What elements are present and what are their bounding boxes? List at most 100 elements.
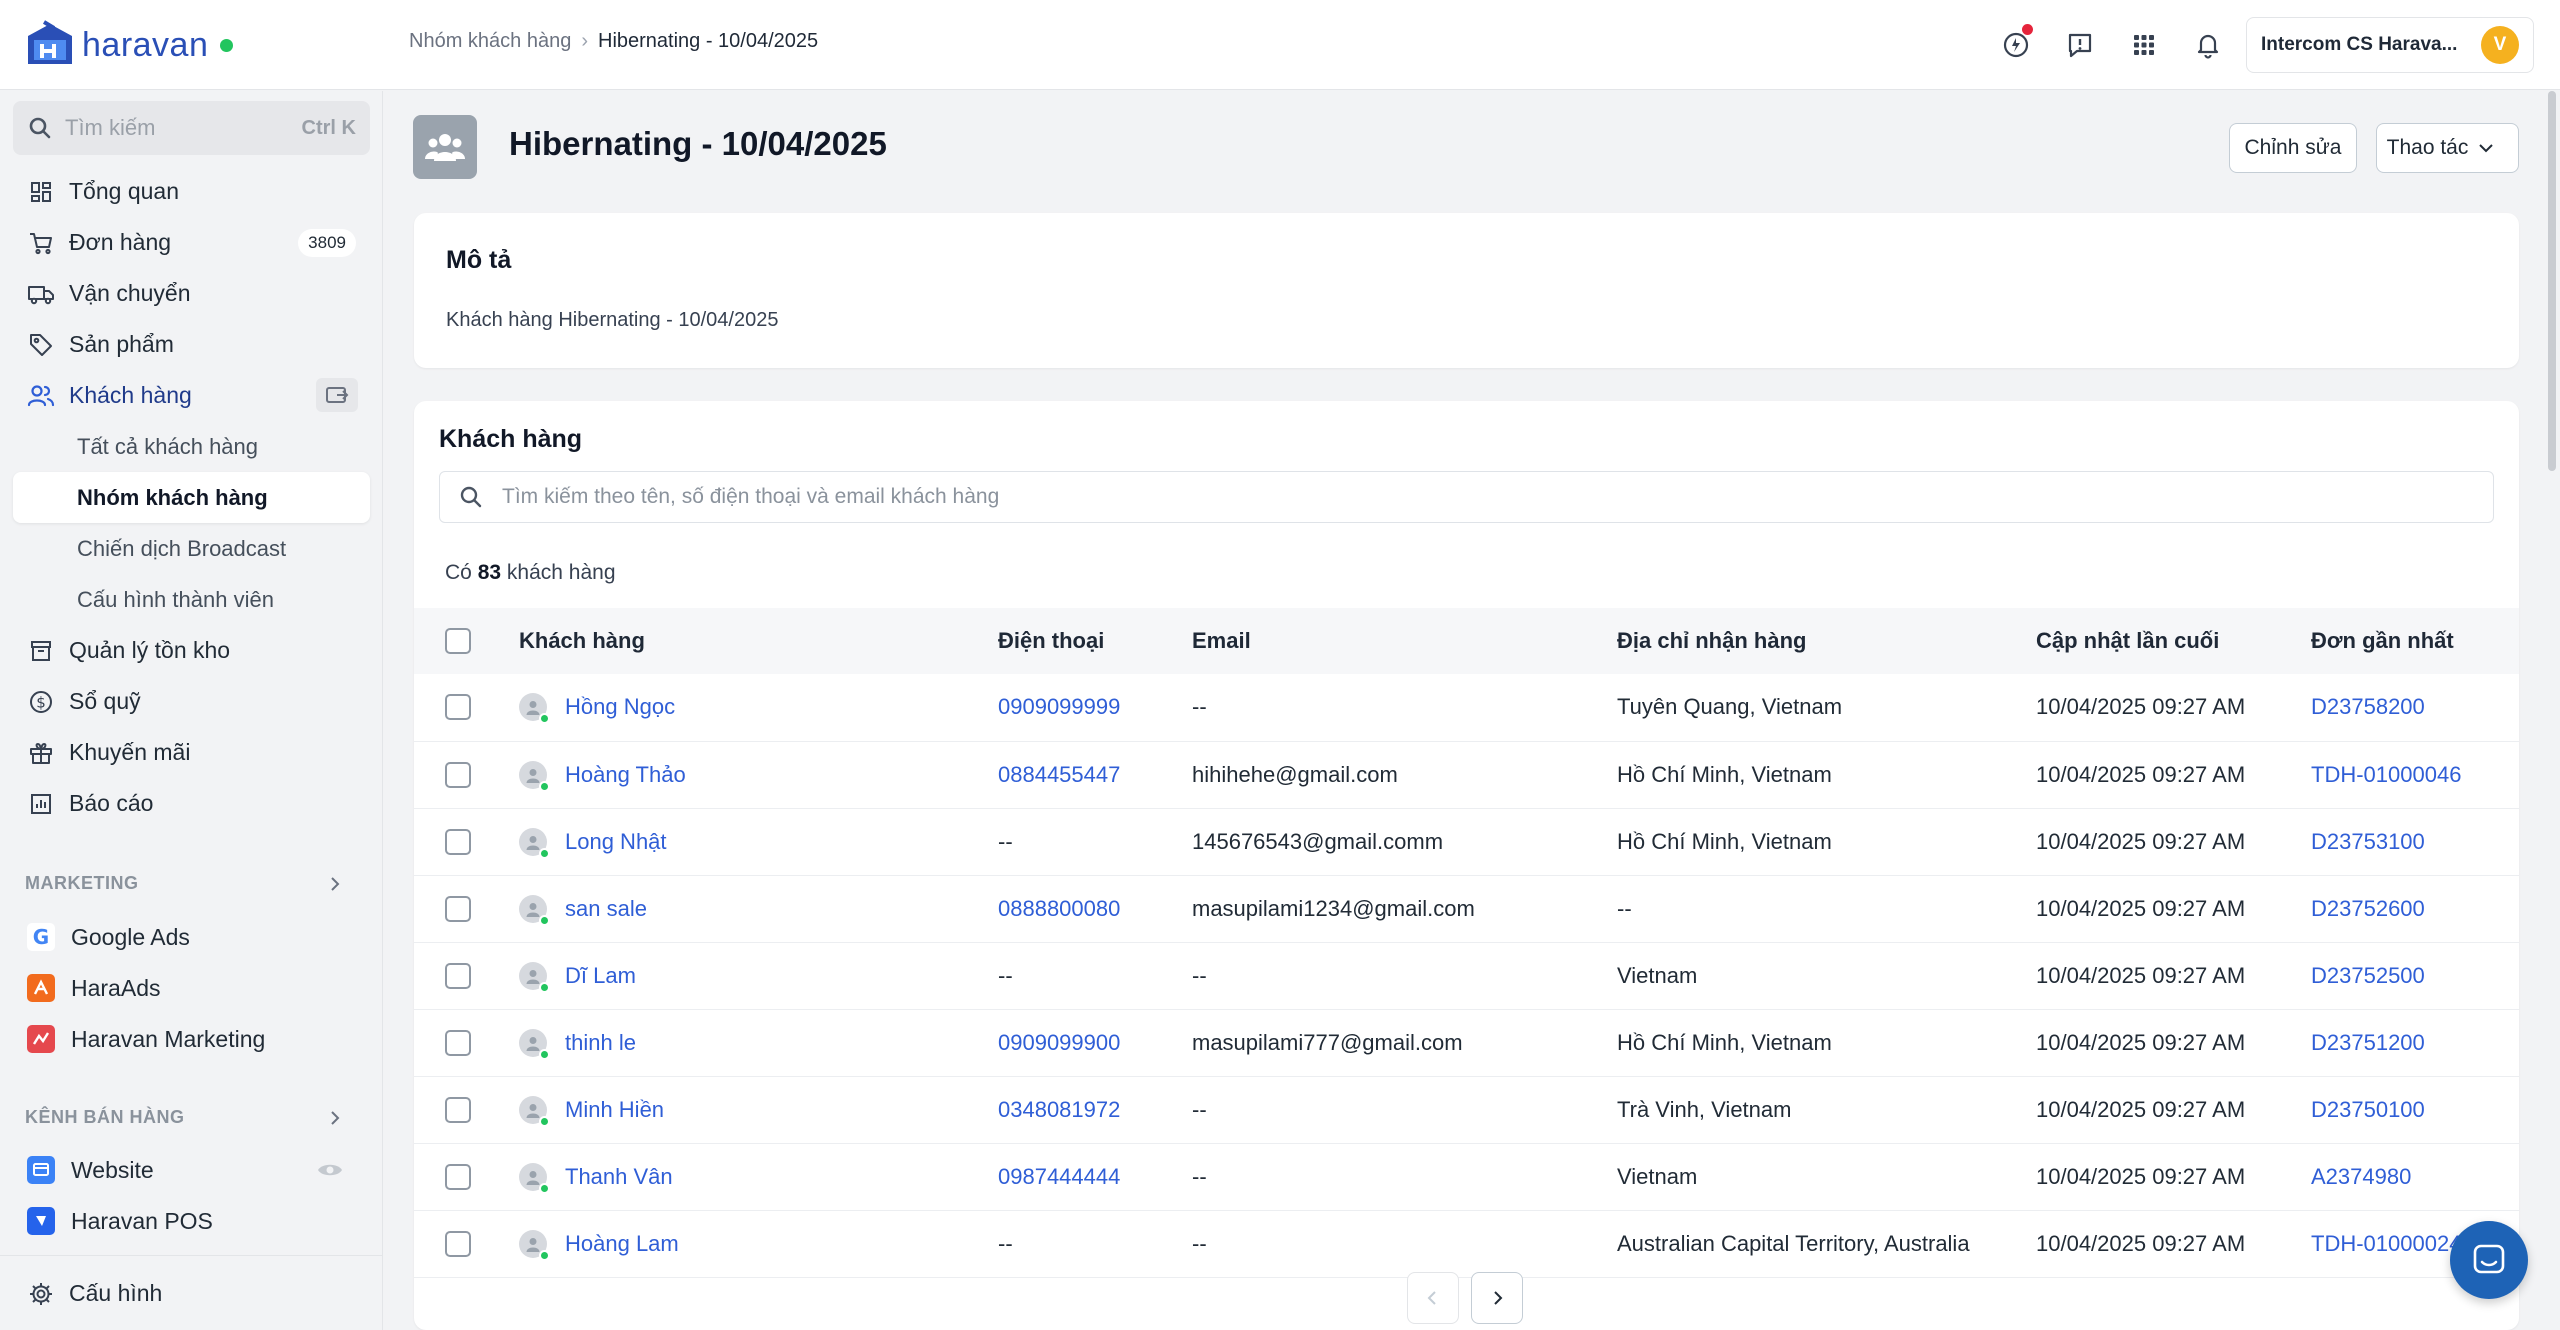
row-checkbox[interactable]	[445, 962, 471, 989]
order-link[interactable]: D23752600	[2311, 896, 2425, 921]
actions-dropdown[interactable]: Thao tác	[2376, 123, 2519, 173]
sidebar-subitem-membership-config[interactable]: Cấu hình thành viên	[13, 574, 370, 625]
column-header-customer[interactable]: Khách hàng	[519, 608, 998, 674]
online-status-dot	[539, 981, 550, 993]
customer-name-link[interactable]: Dĩ Lam	[565, 963, 636, 989]
column-header-updated[interactable]: Cập nhật lần cuối	[2036, 608, 2311, 674]
row-checkbox[interactable]	[445, 895, 471, 922]
order-link[interactable]: D23752500	[2311, 963, 2425, 988]
customer-name-link[interactable]: san sale	[565, 896, 647, 922]
app-google-ads[interactable]: G Google Ads	[27, 917, 190, 957]
phone-value[interactable]: --	[998, 963, 1013, 988]
row-checkbox[interactable]	[445, 761, 471, 788]
notifications-button[interactable]	[2187, 24, 2229, 66]
order-link[interactable]: TDH-01000046	[2311, 762, 2461, 787]
haravan-logo[interactable]: haravan	[24, 18, 234, 72]
row-checkbox[interactable]	[445, 1163, 471, 1190]
sidebar-search[interactable]: Tìm kiếm Ctrl K	[13, 101, 370, 155]
bell-icon	[2197, 34, 2219, 59]
activity-button[interactable]	[1995, 24, 2037, 66]
row-checkbox[interactable]	[445, 828, 471, 855]
table-row[interactable]: Minh Hiền 0348081972 -- Trà Vinh, Vietnam 10…	[414, 1076, 2519, 1143]
next-page-button[interactable]	[1471, 1272, 1523, 1324]
table-row[interactable]: thinh le 0909099900 masupilami777@gmail.co…	[414, 1009, 2519, 1076]
sidebar-subitem-broadcast[interactable]: Chiến dịch Broadcast	[13, 523, 370, 574]
column-header-last-order[interactable]: Đơn gần nhất	[2311, 608, 2519, 674]
customer-name-link[interactable]: Thanh Vân	[565, 1164, 673, 1190]
phone-value[interactable]: 0884455447	[998, 762, 1120, 787]
address-cell: Hồ Chí Minh, Vietnam	[1617, 761, 1832, 787]
account-menu[interactable]: Intercom CS Harava... V	[2246, 17, 2534, 73]
customer-name-link[interactable]: Long Nhật	[565, 829, 667, 855]
chevron-right-icon[interactable]	[325, 1108, 345, 1128]
column-header-email[interactable]: Email	[1192, 608, 1617, 674]
breadcrumb-parent-link[interactable]: Nhóm khách hàng	[409, 30, 571, 53]
customer-name-link[interactable]: Minh Hiền	[565, 1097, 664, 1123]
phone-value[interactable]: --	[998, 829, 1013, 854]
apps-button[interactable]	[2123, 24, 2165, 66]
column-header-address[interactable]: Địa chỉ nhận hàng	[1617, 608, 2036, 674]
table-row[interactable]: Long Nhật -- 145676543@gmail.comm Hồ Chí Mi…	[414, 808, 2519, 875]
app-haraads[interactable]: HaraAds	[27, 968, 160, 1008]
edit-button[interactable]: Chỉnh sửa	[2229, 123, 2357, 173]
table-row[interactable]: Hoàng Thảo 0884455447 hihihehe@gmail.com Hồ…	[414, 741, 2519, 808]
order-link[interactable]: TDH-01000024	[2311, 1231, 2461, 1256]
customer-name-link[interactable]: Hoàng Lam	[565, 1231, 679, 1257]
table-row[interactable]: Thanh Vân 0987444444 -- Vietnam 10/04/2025 0…	[414, 1143, 2519, 1210]
eye-icon[interactable]	[315, 1155, 345, 1185]
address-cell: Hồ Chí Minh, Vietnam	[1617, 1029, 1832, 1055]
channel-haravan-pos[interactable]: Haravan POS	[27, 1201, 213, 1241]
app-haravan-marketing[interactable]: Haravan Marketing	[27, 1019, 265, 1059]
sidebar-item-products[interactable]: Sản phẩm	[13, 319, 370, 370]
row-checkbox[interactable]	[445, 1096, 471, 1123]
phone-value[interactable]: --	[998, 1231, 1013, 1256]
sidebar-subitem-all-customers[interactable]: Tất cả khách hàng	[13, 421, 370, 472]
table-row[interactable]: san sale 0888800080 masupilami1234@gmail.c…	[414, 875, 2519, 942]
sidebar-item-shipping[interactable]: Vận chuyển	[13, 268, 370, 319]
chevron-right-icon	[1494, 1291, 1503, 1305]
customer-name-link[interactable]: Hồng Ngọc	[565, 694, 675, 720]
sidebar-item-settings[interactable]: Cấu hình	[13, 1268, 370, 1319]
customer-name-link[interactable]: Hoàng Thảo	[565, 762, 686, 788]
phone-value[interactable]: 0987444444	[998, 1164, 1120, 1189]
phone-value[interactable]: 0888800080	[998, 896, 1120, 921]
table-row[interactable]: Hoàng Lam -- -- Australian Capital Territor…	[414, 1210, 2519, 1277]
updated-cell: 10/04/2025 09:27 AM	[2036, 962, 2246, 988]
page-scrollbar[interactable]	[2544, 91, 2560, 1330]
select-all-checkbox[interactable]	[445, 628, 471, 654]
chat-launcher-button[interactable]	[2450, 1221, 2528, 1299]
row-checkbox[interactable]	[445, 1029, 471, 1056]
sidebar-subitem-customer-groups[interactable]: Nhóm khách hàng	[13, 472, 370, 523]
channel-website[interactable]: Website	[27, 1150, 154, 1190]
table-row[interactable]: Dĩ Lam -- -- Vietnam 10/04/2025 09:27 AM D237…	[414, 942, 2519, 1009]
order-link[interactable]: A2374980	[2311, 1164, 2411, 1189]
chevron-right-icon[interactable]	[325, 874, 345, 894]
phone-value[interactable]: 0348081972	[998, 1097, 1120, 1122]
scrollbar-thumb[interactable]	[2548, 91, 2556, 471]
sidebar-item-reports[interactable]: Báo cáo	[13, 778, 370, 829]
sidebar-item-customers[interactable]: Khách hàng	[13, 370, 370, 421]
sidebar-item-inventory[interactable]: Quản lý tồn kho	[13, 625, 370, 676]
breadcrumb-current: Hibernating - 10/04/2025	[598, 30, 819, 52]
order-link[interactable]: D23758200	[2311, 694, 2425, 719]
sidebar-item-overview[interactable]: Tổng quan	[13, 166, 370, 217]
sidebar-item-promotions[interactable]: Khuyến mãi	[13, 727, 370, 778]
feedback-button[interactable]	[2059, 24, 2101, 66]
phone-value[interactable]: 0909099900	[998, 1030, 1120, 1055]
customer-search-input[interactable]: Tìm kiếm theo tên, số điện thoại và emai…	[439, 471, 2494, 523]
phone-value[interactable]: 0909099999	[998, 694, 1120, 719]
user-avatar-icon	[519, 1028, 550, 1060]
table-row[interactable]: Hồng Ngọc 0909099999 -- Tuyên Quang, Vietna…	[414, 674, 2519, 741]
open-in-window-icon[interactable]	[316, 378, 358, 412]
row-checkbox[interactable]	[445, 694, 471, 721]
order-link[interactable]: D23750100	[2311, 1097, 2425, 1122]
previous-page-button[interactable]	[1407, 1272, 1459, 1324]
customer-name-link[interactable]: thinh le	[565, 1030, 636, 1056]
row-checkbox[interactable]	[445, 1230, 471, 1257]
email-cell: --	[1192, 1163, 1207, 1189]
order-link[interactable]: D23753100	[2311, 829, 2425, 854]
order-link[interactable]: D23751200	[2311, 1030, 2425, 1055]
sidebar-item-orders[interactable]: Đơn hàng 3809	[13, 217, 370, 268]
sidebar-item-cashbook[interactable]: $ Sổ quỹ	[13, 676, 370, 727]
column-header-phone[interactable]: Điện thoại	[998, 608, 1192, 674]
